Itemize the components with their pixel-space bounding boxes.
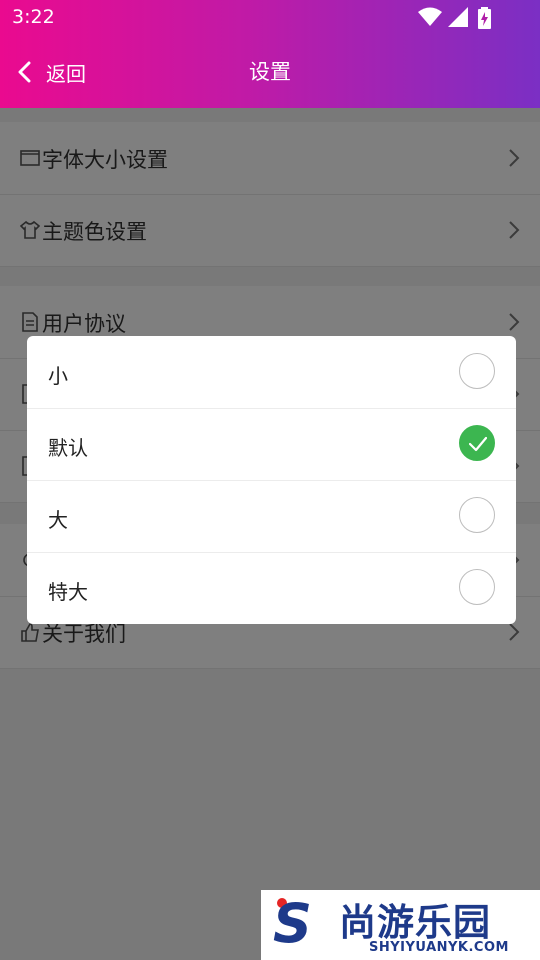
logo-url: SHYIYUANYK.COM (369, 940, 509, 955)
watermark-logo: S 尚游乐园 SHYIYUANYK.COM (261, 890, 540, 960)
option-label: 特大 (48, 580, 88, 604)
radio-button[interactable] (459, 569, 495, 605)
font-size-option-small[interactable]: 小 (27, 336, 516, 409)
app-header: 3:22 返回 设置 (0, 0, 540, 108)
nav-bar: 返回 设置 (0, 36, 540, 108)
option-label: 大 (48, 508, 68, 532)
wifi-icon (418, 7, 442, 26)
font-size-option-large[interactable]: 大 (27, 480, 516, 553)
status-bar: 3:22 (0, 0, 540, 36)
font-size-dialog: 小 默认 大 特大 (27, 336, 516, 624)
status-icons (418, 7, 500, 29)
font-size-option-extra-large[interactable]: 特大 (27, 552, 516, 624)
page-title: 设置 (249, 60, 291, 84)
option-label: 默认 (48, 436, 88, 460)
battery-icon (478, 7, 491, 29)
check-icon (469, 436, 487, 452)
status-time: 3:22 (12, 6, 55, 28)
radio-button[interactable] (459, 497, 495, 533)
logo-brand: 尚游乐园 (339, 901, 491, 944)
signal-icon (448, 7, 468, 27)
option-label: 小 (48, 364, 68, 388)
logo-s-mark: S (273, 892, 312, 955)
radio-button[interactable] (459, 353, 495, 389)
radio-button-checked[interactable] (459, 425, 495, 461)
font-size-option-default[interactable]: 默认 (27, 408, 516, 481)
